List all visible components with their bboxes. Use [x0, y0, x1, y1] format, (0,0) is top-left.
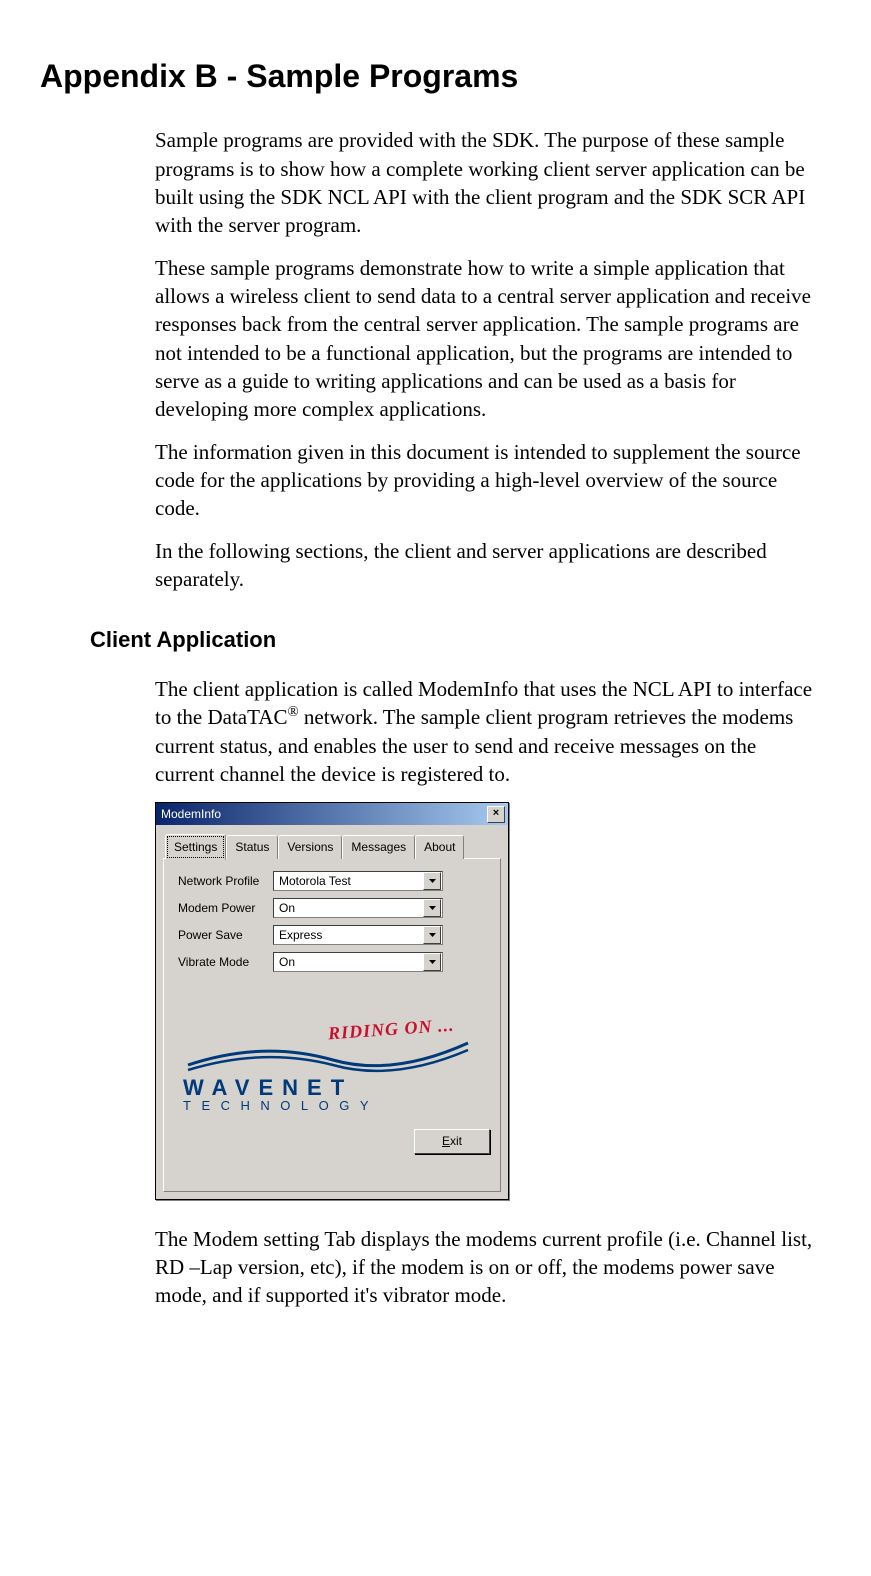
paragraph: Sample programs are provided with the SD… — [155, 126, 816, 239]
paragraph: The client application is called ModemIn… — [155, 675, 816, 788]
paragraph: In the following sections, the client an… — [155, 537, 816, 594]
label-network-profile: Network Profile — [178, 873, 273, 889]
chevron-down-icon[interactable] — [423, 926, 441, 944]
modeminfo-dialog: ModemInfo × Settings Status Versions Mes… — [155, 802, 509, 1199]
network-profile-value: Motorola Test — [279, 873, 351, 889]
tab-messages[interactable]: Messages — [342, 835, 415, 858]
tab-panel-settings: Network Profile Motorola Test Modem Powe… — [163, 858, 501, 1192]
chevron-down-icon[interactable] — [423, 872, 441, 890]
tab-strip: Settings Status Versions Messages About — [163, 833, 501, 858]
dialog-title: ModemInfo — [161, 806, 221, 822]
section-heading: Client Application — [90, 625, 831, 655]
label-modem-power: Modem Power — [178, 900, 273, 916]
technology-text: TECHNOLOGY — [183, 1097, 379, 1115]
exit-rest: xit — [450, 1133, 462, 1149]
close-icon[interactable]: × — [487, 806, 505, 823]
paragraph: These sample programs demonstrate how to… — [155, 254, 816, 424]
modem-power-select[interactable]: On — [273, 898, 443, 918]
exit-button[interactable]: Exit — [414, 1129, 490, 1154]
tab-status[interactable]: Status — [226, 835, 278, 858]
paragraph: The information given in this document i… — [155, 438, 816, 523]
label-vibrate-mode: Vibrate Mode — [178, 954, 273, 970]
power-save-select[interactable]: Express — [273, 925, 443, 945]
vibrate-mode-select[interactable]: On — [273, 952, 443, 972]
modem-power-value: On — [279, 900, 295, 916]
wavenet-logo: RIDING ON ... WAVENET TECHNOLOGY — [178, 1017, 490, 1121]
dialog-titlebar[interactable]: ModemInfo × — [156, 803, 508, 825]
page-title: Appendix B - Sample Programs — [40, 55, 831, 98]
exit-hotkey: E — [442, 1133, 450, 1149]
tab-versions[interactable]: Versions — [278, 835, 342, 858]
vibrate-mode-value: On — [279, 954, 295, 970]
network-profile-select[interactable]: Motorola Test — [273, 871, 443, 891]
power-save-value: Express — [279, 927, 322, 943]
tab-settings[interactable]: Settings — [165, 834, 226, 859]
tab-about[interactable]: About — [415, 835, 464, 858]
chevron-down-icon[interactable] — [423, 953, 441, 971]
registered-mark: ® — [287, 704, 298, 720]
label-power-save: Power Save — [178, 927, 273, 943]
chevron-down-icon[interactable] — [423, 899, 441, 917]
paragraph: The Modem setting Tab displays the modem… — [155, 1225, 816, 1310]
